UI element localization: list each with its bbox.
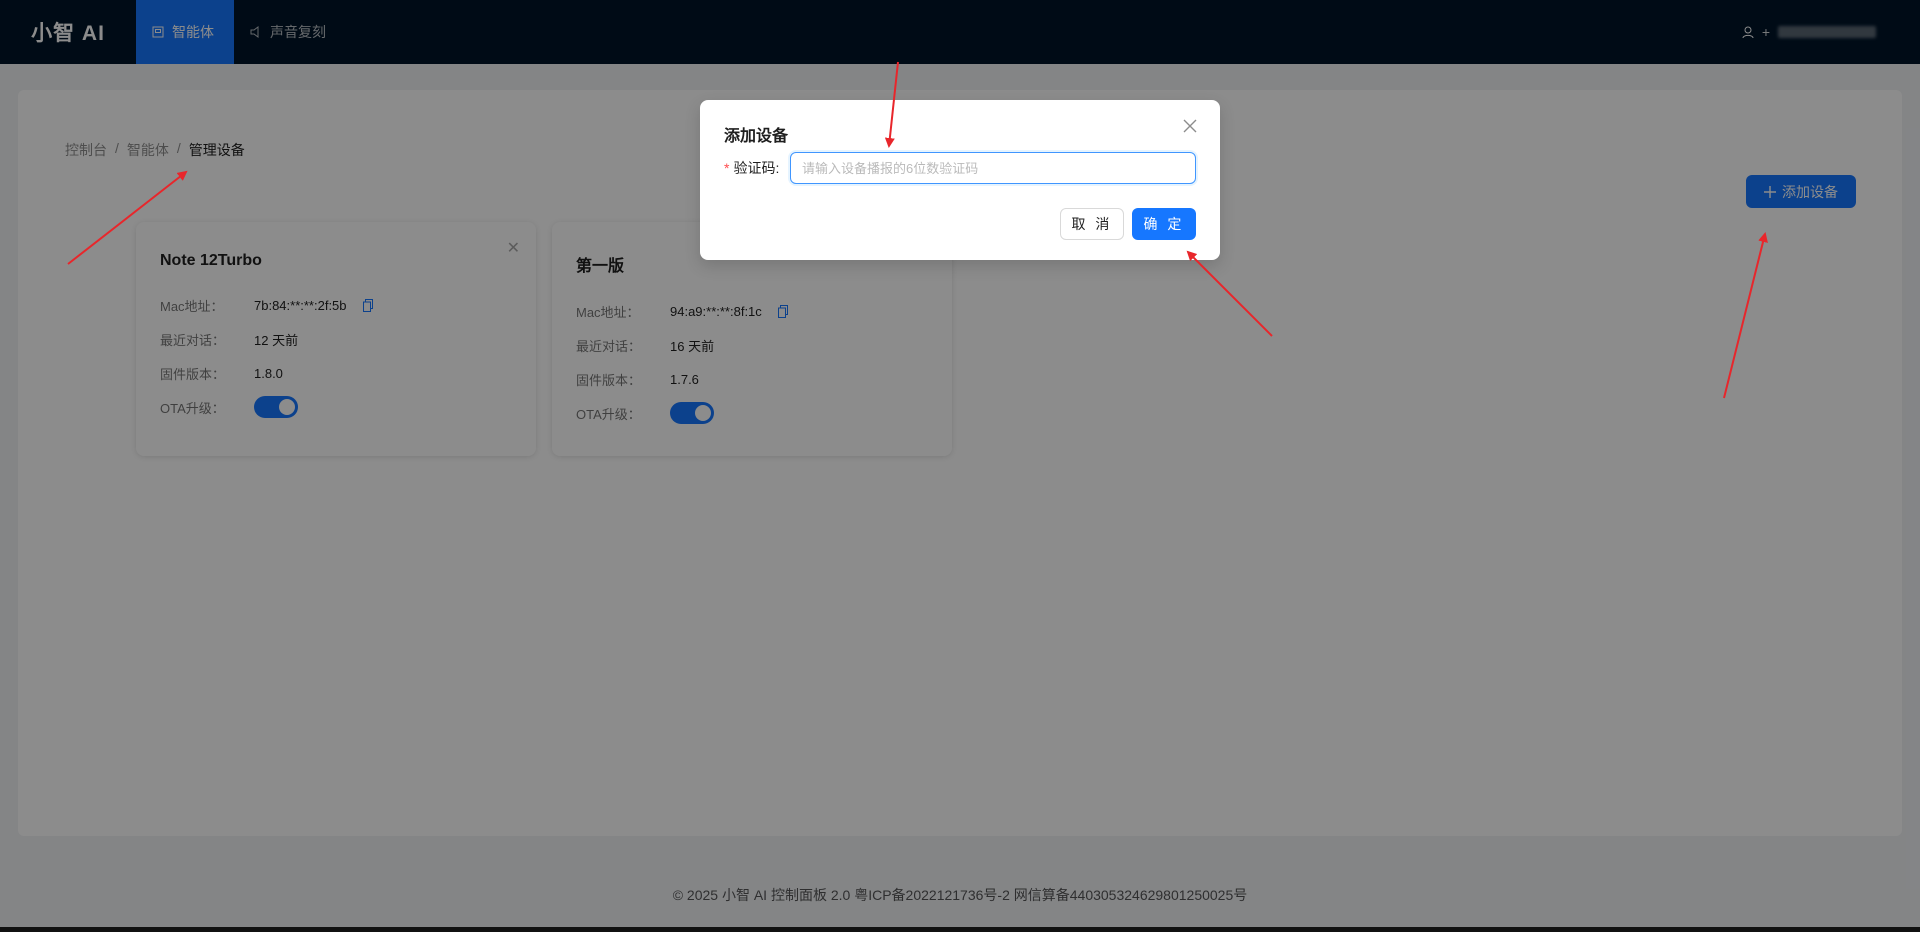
add-device-dialog: 添加设备 *验证码: 取 消 确 定 [700, 100, 1220, 260]
dialog-title: 添加设备 [724, 128, 789, 145]
verification-code-input[interactable] [790, 152, 1196, 184]
confirm-button[interactable]: 确 定 [1132, 208, 1196, 240]
close-icon[interactable] [1180, 116, 1200, 136]
required-mark: * [724, 160, 730, 176]
cancel-button[interactable]: 取 消 [1060, 208, 1124, 240]
verification-code-label: * 验证码: [724, 160, 780, 176]
verification-code-row: * 验证码: [724, 152, 1196, 184]
